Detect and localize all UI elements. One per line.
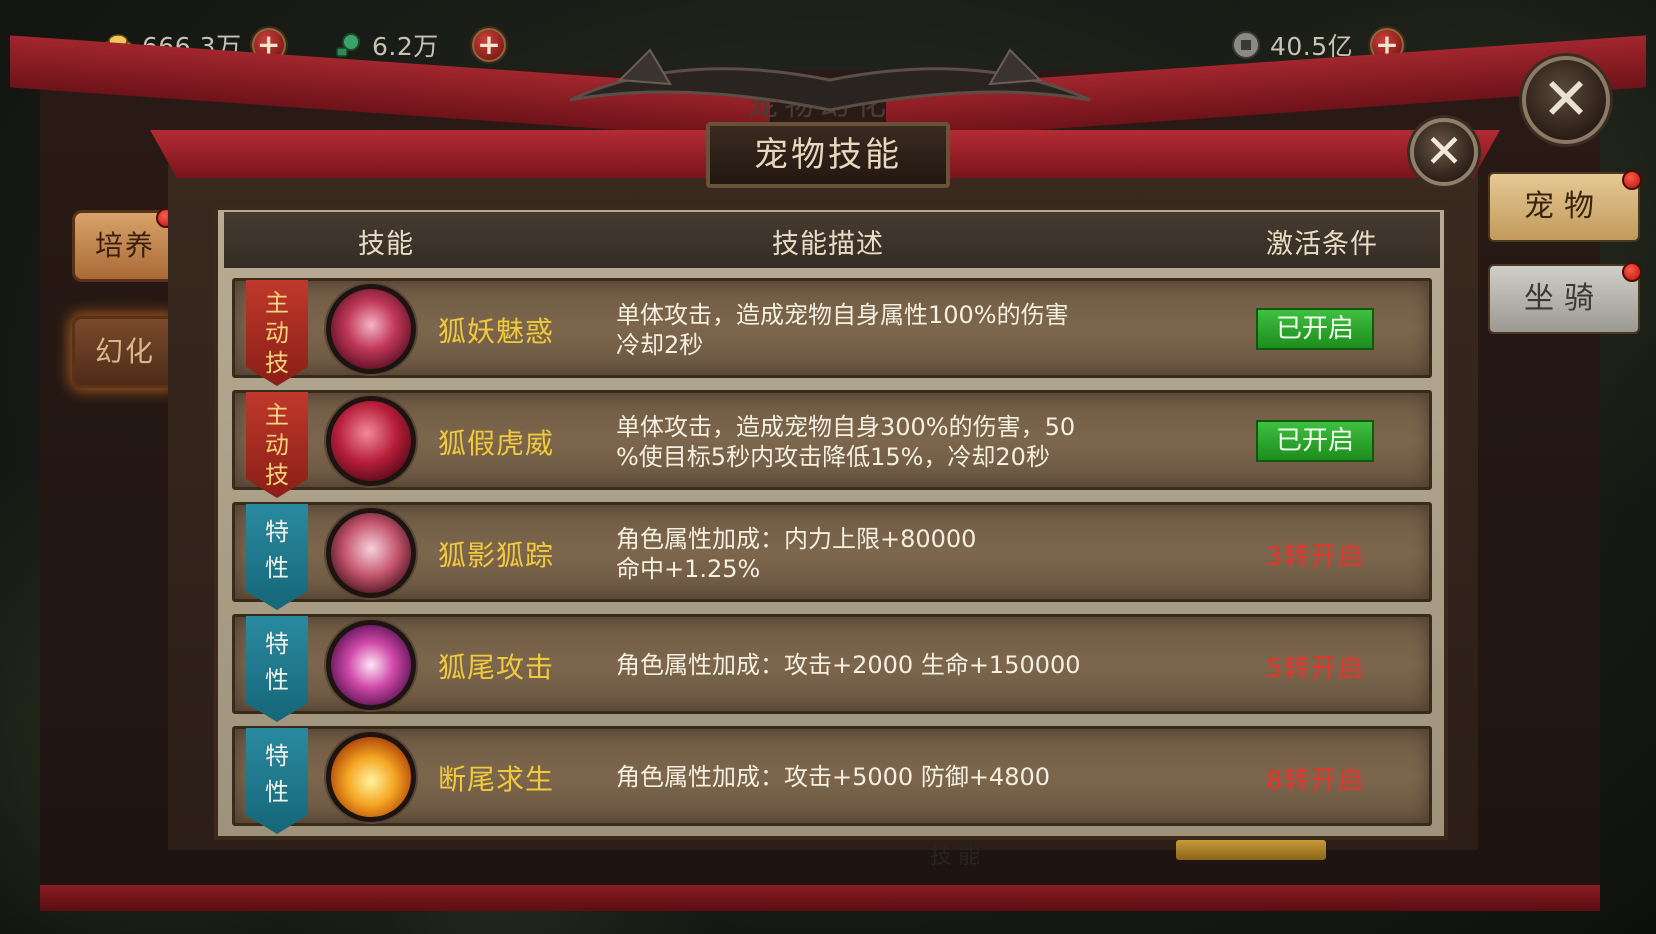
skill-type-ribbon: 特性 <box>246 616 308 722</box>
bottom-tab-label: 技能 <box>930 844 987 869</box>
skill-description: 角色属性加成：攻击+5000 防御+4800 <box>616 763 1051 791</box>
status-locked: 3转开启 <box>1266 542 1365 572</box>
close-icon: ✕ <box>1424 124 1464 178</box>
jade-amount: 6.2万 <box>372 32 439 61</box>
bottom-beam <box>40 885 1600 911</box>
tab-transform[interactable]: 幻化 <box>72 316 178 388</box>
header-condition: 激活条件 <box>1266 229 1378 260</box>
skill-name: 狐尾攻击 <box>438 651 555 684</box>
skill-type-label: 特性 <box>265 742 289 806</box>
notification-dot <box>1622 262 1642 282</box>
skill-name: 断尾求生 <box>438 763 555 796</box>
status-locked: 8转开启 <box>1266 766 1365 796</box>
skill-type-ribbon: 主动技 <box>246 392 308 498</box>
skill-description: 角色属性加成：攻击+2000 生命+150000 <box>616 651 1081 679</box>
fox-shadow-icon[interactable] <box>326 508 416 598</box>
status-locked: 5转开启 <box>1266 654 1365 684</box>
skill-description: 单体攻击，造成宠物自身属性100%的伤害 冷却2秒 <box>616 301 1069 359</box>
header-skill: 技能 <box>358 229 414 260</box>
notification-dot <box>1622 170 1642 190</box>
skill-type-label: 特性 <box>265 518 289 582</box>
fox-tiger-icon[interactable] <box>326 396 416 486</box>
close-icon: ✕ <box>1541 65 1591 133</box>
skill-type-label: 主动技 <box>265 289 289 377</box>
skill-name: 狐假虎威 <box>438 427 555 460</box>
tab-mount[interactable]: 坐骑 <box>1488 264 1640 334</box>
skill-type-label: 特性 <box>265 630 289 694</box>
dialog-title: 宠物技能 <box>706 122 950 188</box>
close-dialog-button[interactable]: ✕ <box>1410 118 1478 186</box>
fox-charm-icon[interactable] <box>326 284 416 374</box>
flame-tail-icon[interactable] <box>326 732 416 822</box>
add-jade-button[interactable]: + <box>470 26 508 64</box>
skill-description: 角色属性加成：内力上限+80000 命中+1.25% <box>616 525 977 583</box>
copper-coin-icon <box>1228 30 1264 60</box>
status-unlocked: 已开启 <box>1256 308 1374 350</box>
status-unlocked: 已开启 <box>1256 420 1374 462</box>
skill-type-ribbon: 特性 <box>246 504 308 610</box>
skill-type-ribbon: 特性 <box>246 728 308 834</box>
tab-pet[interactable]: 宠物 <box>1488 172 1640 242</box>
jade-coin-icon <box>330 30 366 60</box>
close-window-button[interactable]: ✕ <box>1522 56 1610 144</box>
skill-type-ribbon: 主动技 <box>246 280 308 386</box>
fox-tail-icon[interactable] <box>326 620 416 710</box>
skill-name: 狐影狐踪 <box>438 539 555 572</box>
header-description: 技能描述 <box>772 229 884 260</box>
skill-name: 狐妖魅惑 <box>438 315 555 348</box>
skill-type-label: 主动技 <box>265 401 289 489</box>
skill-description: 单体攻击，造成宠物自身300%的伤害，50 %使目标5秒内攻击降低15%，冷却2… <box>616 413 1076 471</box>
bottom-gold-bar <box>1176 840 1326 860</box>
